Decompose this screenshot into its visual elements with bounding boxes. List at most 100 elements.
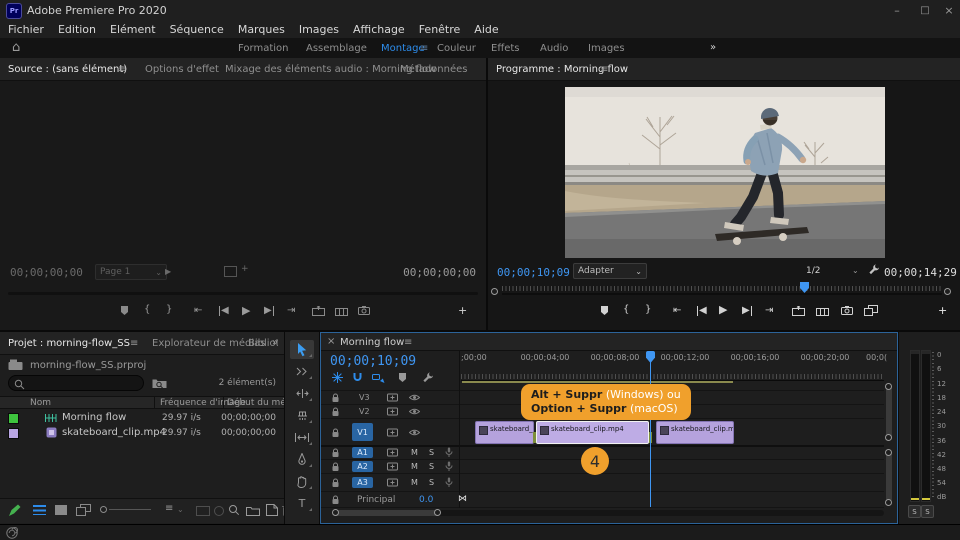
track-target-badge[interactable]: V1 bbox=[352, 423, 373, 441]
source-settings-icon[interactable] bbox=[224, 266, 237, 277]
source-next-page-icon[interactable]: ▶ bbox=[165, 267, 171, 276]
sync-lock-icon[interactable] bbox=[387, 393, 398, 402]
project-row-skateboard-clip[interactable]: skateboard_clip.mp4 29.97 i/s 00;00;00;0… bbox=[0, 425, 284, 440]
slip-tool[interactable] bbox=[290, 428, 314, 447]
program-step-forward-icon[interactable]: ▶ bbox=[742, 306, 752, 316]
fit-sequence-icon[interactable]: ⋈ bbox=[458, 494, 467, 504]
lock-icon[interactable] bbox=[331, 478, 340, 488]
sync-lock-icon[interactable] bbox=[387, 478, 398, 487]
timeline-hscroll-handle[interactable] bbox=[332, 510, 440, 516]
track-target-badge[interactable]: A2 bbox=[352, 461, 373, 472]
column-divider[interactable] bbox=[154, 396, 155, 409]
source-step-forward-icon[interactable]: ▶ bbox=[264, 306, 274, 316]
solo-button[interactable]: S bbox=[429, 478, 434, 487]
minimize-button[interactable]: – bbox=[884, 0, 910, 20]
search-icon[interactable] bbox=[228, 504, 240, 516]
track-label[interactable]: V3 bbox=[359, 393, 370, 402]
column-divider[interactable] bbox=[223, 396, 224, 409]
eye-icon[interactable] bbox=[409, 429, 420, 436]
timeline-tab[interactable]: Morning flow bbox=[340, 337, 404, 348]
pen-tool[interactable] bbox=[290, 450, 314, 469]
source-step-back-icon[interactable]: ◀ bbox=[219, 306, 229, 316]
column-debut[interactable]: Début du méd bbox=[227, 398, 292, 408]
workspace-tab-formation[interactable]: Formation bbox=[238, 43, 288, 54]
column-nom[interactable]: Nom bbox=[30, 398, 51, 408]
mute-button[interactable]: M bbox=[411, 478, 418, 487]
mute-button[interactable]: M bbox=[411, 462, 418, 471]
search-bin-icon[interactable] bbox=[152, 377, 167, 389]
source-mark-out-icon[interactable]: } bbox=[166, 305, 172, 315]
label-color-chip-green[interactable] bbox=[8, 413, 19, 424]
lock-icon[interactable] bbox=[331, 428, 340, 438]
source-add-button-icon[interactable]: + bbox=[458, 304, 467, 317]
solo-button[interactable]: S bbox=[429, 462, 434, 471]
freeform-view-icon[interactable] bbox=[76, 504, 91, 516]
workspace-tab-montage[interactable]: Montage bbox=[381, 43, 425, 54]
scrollbar-handle-cap[interactable] bbox=[885, 499, 892, 506]
menu-marques[interactable]: Marques bbox=[238, 23, 285, 36]
voiceover-mic-icon[interactable] bbox=[445, 477, 453, 488]
sync-lock-icon[interactable] bbox=[387, 448, 398, 457]
item-name[interactable]: skateboard_clip.mp4 bbox=[62, 427, 166, 438]
lock-icon[interactable] bbox=[331, 495, 340, 505]
timeline-settings-wrench-icon[interactable] bbox=[422, 372, 434, 384]
source-scrubber[interactable] bbox=[8, 292, 478, 295]
program-play-icon[interactable]: ▶ bbox=[719, 305, 727, 315]
source-page-select[interactable]: Page 1 ⌄ bbox=[95, 264, 167, 280]
audio-tracks-scrollbar[interactable] bbox=[886, 452, 892, 502]
menu-element[interactable]: Elément bbox=[110, 23, 156, 36]
program-goto-out-icon[interactable]: ⇥ bbox=[765, 306, 773, 316]
eye-icon[interactable] bbox=[409, 408, 420, 415]
source-goto-in-icon[interactable]: ⇤ bbox=[194, 306, 202, 316]
chevron-down-icon[interactable]: ⌄ bbox=[852, 266, 859, 275]
find-icon-secondary[interactable] bbox=[214, 506, 224, 516]
nest-sequence-icon[interactable] bbox=[332, 372, 343, 383]
snap-magnet-icon[interactable] bbox=[352, 372, 363, 383]
menu-images[interactable]: Images bbox=[299, 23, 339, 36]
source-insert-icon[interactable] bbox=[312, 306, 325, 316]
voiceover-mic-icon[interactable] bbox=[445, 447, 453, 458]
maximize-button[interactable]: □ bbox=[912, 0, 938, 20]
workspace-tab-couleur[interactable]: Couleur bbox=[437, 43, 476, 54]
project-tabs-overflow-icon[interactable]: » bbox=[272, 337, 278, 348]
label-color-chip-purple[interactable] bbox=[8, 428, 19, 439]
workspace-tab-images[interactable]: Images bbox=[588, 43, 625, 54]
timeline-playhead-line[interactable] bbox=[650, 352, 651, 507]
track-label[interactable]: V2 bbox=[359, 407, 370, 416]
program-add-button-icon[interactable]: + bbox=[938, 304, 947, 317]
source-overwrite-icon[interactable] bbox=[335, 306, 348, 316]
menu-edition[interactable]: Edition bbox=[58, 23, 96, 36]
tab-projet[interactable]: Projet : morning-flow_SS bbox=[8, 338, 130, 349]
menu-aide[interactable]: Aide bbox=[474, 23, 498, 36]
source-panel-menu-icon[interactable]: ≡ bbox=[118, 64, 126, 75]
menu-fenetre[interactable]: Fenêtre bbox=[419, 23, 461, 36]
timeline-clip-1[interactable]: skateboard_ bbox=[475, 421, 534, 444]
zoom-slider-track[interactable] bbox=[109, 509, 151, 510]
program-goto-in-icon[interactable]: ⇤ bbox=[673, 306, 681, 316]
program-add-marker-icon[interactable] bbox=[600, 305, 609, 316]
voiceover-mic-icon[interactable] bbox=[445, 461, 453, 472]
lock-icon[interactable] bbox=[331, 393, 340, 403]
timeline-timecode[interactable]: 00;00;10;09 bbox=[330, 354, 416, 369]
program-scrubber-start-handle[interactable] bbox=[491, 288, 498, 295]
program-timecode-current[interactable]: 00;00;10;09 bbox=[497, 266, 570, 279]
source-mark-in-icon[interactable]: { bbox=[144, 305, 150, 315]
scrollbar-handle-cap[interactable] bbox=[332, 509, 339, 516]
sync-lock-icon[interactable] bbox=[387, 428, 398, 437]
menu-sequence[interactable]: Séquence bbox=[170, 23, 224, 36]
workspace-tab-effets[interactable]: Effets bbox=[491, 43, 520, 54]
source-export-frame-icon[interactable] bbox=[358, 305, 370, 315]
timeline-panel-menu-icon[interactable]: ≡ bbox=[404, 337, 412, 348]
program-settings-wrench-icon[interactable] bbox=[868, 264, 880, 276]
source-play-icon[interactable]: ▶ bbox=[242, 306, 250, 316]
timeline-add-marker-icon[interactable] bbox=[398, 372, 407, 383]
icon-view-icon[interactable] bbox=[55, 505, 67, 515]
project-writable-pen-icon[interactable] bbox=[8, 504, 21, 517]
solo-button[interactable]: S bbox=[429, 448, 434, 457]
creative-cloud-icon[interactable] bbox=[6, 527, 18, 539]
track-header-divider[interactable] bbox=[459, 350, 460, 508]
home-icon[interactable]: ⌂ bbox=[12, 40, 20, 55]
new-bin-folder-icon[interactable] bbox=[246, 505, 260, 516]
close-button[interactable]: × bbox=[938, 0, 960, 20]
lock-icon[interactable] bbox=[331, 407, 340, 417]
